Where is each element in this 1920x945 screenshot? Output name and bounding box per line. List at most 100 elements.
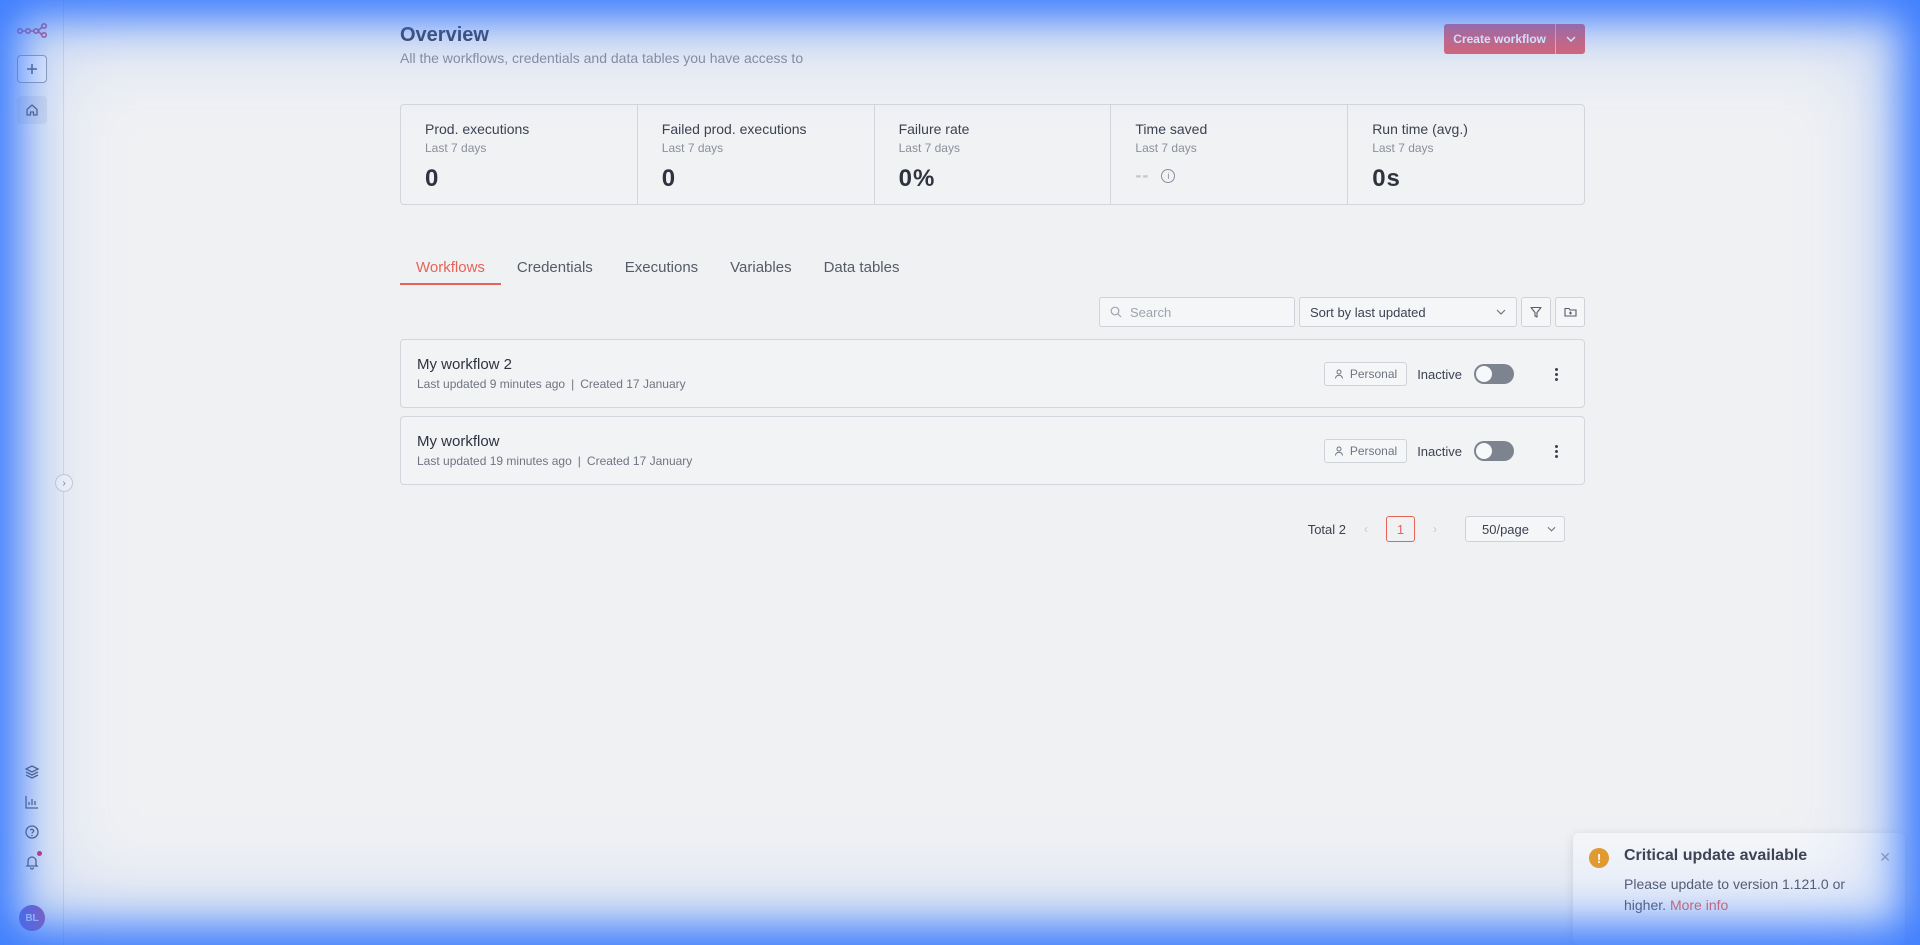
sort-value: Sort by last updated <box>1310 304 1426 320</box>
toast-message: Please update to version 1.121.0 or high… <box>1624 876 1846 913</box>
page-title: Overview <box>400 24 489 46</box>
prev-page-icon[interactable]: ‹ <box>1356 522 1376 536</box>
create-workflow-group: Create workflow <box>1444 24 1585 54</box>
more-options-icon[interactable] <box>1546 444 1566 458</box>
stat-label: Run time (avg.) <box>1372 121 1468 137</box>
list-toolbar: Search Sort by last updated <box>1099 297 1585 327</box>
tab-variables[interactable]: Variables <box>714 258 807 285</box>
badge-label: Personal <box>1349 444 1398 458</box>
create-options-dropdown[interactable] <box>1555 24 1585 54</box>
stat-label: Time saved <box>1135 121 1208 137</box>
sort-select[interactable]: Sort by last updated <box>1299 297 1517 327</box>
stat-label: Failure rate <box>898 121 970 137</box>
sidebar-expand-button[interactable]: › <box>55 474 73 492</box>
update-notification: ! Critical update available Please updat… <box>1573 833 1905 945</box>
stat-failed-executions[interactable]: Failed prod. executions Last 7 days 0 <box>638 105 875 204</box>
notifications-bell-icon[interactable] <box>20 850 44 874</box>
workflow-updated: Last updated 9 minutes ago <box>417 377 566 391</box>
n8n-logo-icon[interactable] <box>17 16 47 44</box>
stat-value-row: -- i <box>1135 165 1323 186</box>
workflow-meta: Last updated 9 minutes ago | Created 17 … <box>417 377 686 391</box>
workflow-actions: Personal Inactive <box>1323 439 1566 463</box>
resource-tabs: Workflows Credentials Executions Variabl… <box>400 258 915 285</box>
project-badge[interactable]: Personal <box>1323 439 1408 463</box>
filter-button[interactable] <box>1521 297 1551 327</box>
user-avatar[interactable]: BL <box>19 905 45 931</box>
workflow-card[interactable]: My workflow 2 Last updated 9 minutes ago… <box>400 339 1585 408</box>
workflow-status: Inactive <box>1417 443 1462 459</box>
tab-workflows[interactable]: Workflows <box>400 258 501 285</box>
stats-panel: Prod. executions Last 7 days 0 Failed pr… <box>400 104 1585 205</box>
stat-label: Prod. executions <box>425 121 530 137</box>
workflow-name[interactable]: My workflow 2 <box>417 356 512 373</box>
page-size-value: 50/page <box>1482 521 1529 537</box>
info-icon[interactable]: i <box>1161 168 1176 183</box>
notification-dot <box>37 851 42 856</box>
insights-chart-icon[interactable] <box>20 790 44 814</box>
folder-plus-icon <box>1563 307 1577 317</box>
stat-range: Last 7 days <box>898 141 960 155</box>
badge-label: Personal <box>1349 367 1398 381</box>
stat-failure-rate[interactable]: Failure rate Last 7 days 0% <box>875 105 1112 204</box>
more-options-icon[interactable] <box>1546 367 1566 381</box>
chevron-down-icon <box>1565 36 1576 42</box>
active-toggle[interactable] <box>1474 364 1514 384</box>
stat-range: Last 7 days <box>1135 141 1197 155</box>
home-icon <box>26 104 38 116</box>
stat-value: -- <box>1135 165 1150 185</box>
workflow-status: Inactive <box>1417 366 1462 382</box>
workflow-name[interactable]: My workflow <box>417 433 500 450</box>
tab-executions[interactable]: Executions <box>609 258 714 285</box>
meta-divider: | <box>571 377 575 391</box>
stat-value: 0s <box>1372 165 1401 192</box>
stat-value: 0% <box>898 165 936 192</box>
workflow-actions: Personal Inactive <box>1323 362 1566 386</box>
workflow-created: Created 17 January <box>580 377 686 391</box>
toast-body: Please update to version 1.121.0 or high… <box>1624 874 1884 916</box>
tab-credentials[interactable]: Credentials <box>501 258 609 285</box>
stat-value: 0 <box>425 165 440 192</box>
help-icon[interactable] <box>20 820 44 844</box>
new-folder-button[interactable] <box>1555 297 1585 327</box>
search-icon <box>1110 306 1122 318</box>
new-item-button[interactable] <box>17 55 47 83</box>
pagination-total: Total 2 <box>1307 521 1346 537</box>
page-subtitle: All the workflows, credentials and data … <box>400 50 804 66</box>
tab-data-tables[interactable]: Data tables <box>808 258 916 285</box>
warning-icon: ! <box>1589 848 1609 868</box>
project-badge[interactable]: Personal <box>1323 362 1408 386</box>
plus-icon <box>27 64 37 74</box>
pagination: Total 2 ‹ 1 › 50/page <box>1308 516 1565 542</box>
stat-range: Last 7 days <box>1372 141 1434 155</box>
templates-icon[interactable] <box>20 760 44 784</box>
workflow-meta: Last updated 19 minutes ago | Created 17… <box>417 454 692 468</box>
workflow-updated: Last updated 19 minutes ago <box>417 454 572 468</box>
active-toggle[interactable] <box>1474 441 1514 461</box>
workflow-card[interactable]: My workflow Last updated 19 minutes ago … <box>400 416 1585 485</box>
search-input[interactable]: Search <box>1099 297 1295 327</box>
stat-time-saved[interactable]: Time saved Last 7 days -- i <box>1111 105 1349 204</box>
page-size-select[interactable]: 50/page <box>1465 516 1565 542</box>
filter-icon <box>1530 306 1542 318</box>
toast-title: Critical update available <box>1624 847 1808 864</box>
user-icon <box>1334 446 1343 456</box>
stat-value: 0 <box>661 165 677 192</box>
search-placeholder: Search <box>1130 304 1172 320</box>
user-icon <box>1334 369 1343 379</box>
next-page-icon[interactable]: › <box>1425 522 1445 536</box>
stat-run-time[interactable]: Run time (avg.) Last 7 days 0s <box>1348 105 1584 204</box>
meta-divider: | <box>577 454 581 468</box>
chevron-down-icon <box>1496 309 1506 315</box>
home-nav-button[interactable] <box>17 96 47 124</box>
page-number[interactable]: 1 <box>1386 516 1415 542</box>
close-icon[interactable]: ✕ <box>1879 849 1891 866</box>
stat-range: Last 7 days <box>661 141 724 155</box>
chevron-down-icon <box>1547 526 1556 532</box>
sidebar: BL <box>0 0 64 945</box>
stat-prod-executions[interactable]: Prod. executions Last 7 days 0 <box>401 105 638 204</box>
more-info-link[interactable]: More info <box>1670 897 1728 913</box>
create-workflow-button[interactable]: Create workflow <box>1444 24 1555 54</box>
stat-range: Last 7 days <box>425 141 487 155</box>
stat-label: Failed prod. executions <box>661 121 807 137</box>
workflow-created: Created 17 January <box>586 454 693 468</box>
